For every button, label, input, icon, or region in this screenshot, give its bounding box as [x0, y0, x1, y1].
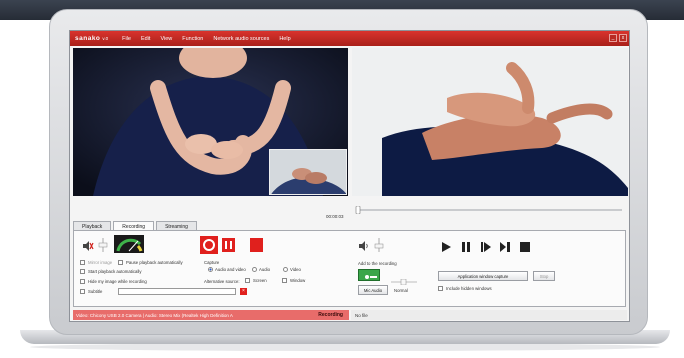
device-status: Video: Chicony USB 2.0 Camera | Audio: S…	[76, 312, 233, 318]
stop-playback-icon[interactable]	[519, 240, 531, 252]
file-status: No file	[355, 312, 368, 318]
include-hidden-windows-option[interactable]: Include hidden windows	[438, 286, 492, 291]
application-window-capture-button[interactable]: Application window capture	[438, 271, 528, 281]
pause-playback-checkbox[interactable]	[118, 260, 123, 265]
subtitle-option[interactable]: Subtitle	[80, 289, 102, 294]
subtitle-input[interactable]	[118, 288, 236, 295]
mirror-image-checkbox[interactable]	[80, 260, 85, 265]
output-level-slider[interactable]	[374, 237, 384, 253]
fast-forward-icon[interactable]	[499, 240, 511, 252]
mirror-image-option[interactable]: Mirror image	[80, 260, 112, 265]
mic-record-button[interactable]	[358, 269, 380, 281]
menu-network-audio-sources[interactable]: Network audio sources	[213, 36, 269, 42]
subtitle-label: Subtitle	[88, 289, 103, 294]
screen-label: Screen	[253, 278, 267, 283]
audio-and-video-radio[interactable]	[208, 267, 213, 272]
app-version: v.0	[102, 36, 109, 41]
capture-video[interactable]: Video	[283, 267, 301, 272]
minimize-button[interactable]: _	[609, 34, 617, 42]
app-window: sanako v.0 File Edit View Function Netwo…	[69, 30, 630, 322]
capture-audio[interactable]: Audio	[252, 267, 270, 272]
step-forward-icon[interactable]	[480, 240, 492, 252]
mic-audio-button[interactable]: Mic Audio	[358, 285, 388, 295]
subtitle-clear-icon[interactable]: ×	[240, 288, 247, 295]
play-icon[interactable]	[440, 240, 452, 252]
audio-label: Audio	[259, 267, 270, 272]
start-playback-checkbox[interactable]	[80, 269, 85, 274]
normal-label: Normal	[394, 288, 408, 293]
laptop-shadow	[30, 343, 660, 351]
seek-track	[355, 205, 622, 215]
recording-panel: Mirror image Pause playback automaticall…	[73, 230, 626, 307]
record-icon[interactable]	[200, 236, 218, 254]
start-playback-label: Start playback automatically	[88, 269, 142, 274]
recording-status: Recording	[318, 312, 343, 318]
screen-option[interactable]: Screen	[245, 278, 267, 283]
menu-view[interactable]: View	[160, 36, 172, 42]
title-bar: sanako v.0 File Edit View Function Netwo…	[70, 31, 629, 46]
pause-playback-icon[interactable]	[460, 240, 472, 252]
add-to-recording-title: Add to the recording	[358, 261, 397, 266]
mix-level-slider[interactable]	[390, 272, 418, 286]
menu-edit[interactable]: Edit	[141, 36, 150, 42]
include-hidden-windows-label: Include hidden windows	[446, 286, 492, 291]
menu-help[interactable]: Help	[279, 36, 290, 42]
start-playback-option[interactable]: Start playback automatically	[80, 269, 142, 274]
seek-slider[interactable]	[352, 201, 628, 215]
live-video-view	[73, 48, 348, 196]
audio-radio[interactable]	[252, 267, 257, 272]
mirror-image-label: Mirror image	[88, 260, 113, 265]
input-level-slider[interactable]	[98, 237, 108, 253]
video-radio[interactable]	[283, 267, 288, 272]
level-meter-icon	[114, 235, 144, 253]
capture-audio-and-video[interactable]: Audio and video	[208, 267, 246, 272]
hands-closeup-frame	[352, 48, 628, 196]
menu-function[interactable]: Function	[182, 36, 203, 42]
status-bar-right: No file	[351, 310, 627, 320]
menu-file[interactable]: File	[122, 36, 131, 42]
window-checkbox[interactable]	[282, 278, 287, 283]
video-label: Video	[290, 267, 301, 272]
close-button[interactable]: x	[619, 34, 627, 42]
pause-playback-label: Pause playback automatically	[126, 260, 183, 265]
reference-video-view	[352, 48, 628, 196]
alternative-source-label: Alternative source:	[204, 279, 240, 284]
time-display: 00:00:03	[326, 214, 344, 219]
pip-hands-image	[270, 150, 346, 194]
pause-playback-option[interactable]: Pause playback automatically	[118, 260, 183, 265]
window-option[interactable]: Window	[282, 278, 305, 283]
window-label: Window	[290, 278, 306, 283]
picture-in-picture-view[interactable]	[269, 149, 347, 195]
hide-image-checkbox[interactable]	[80, 279, 85, 284]
stop-icon[interactable]	[250, 238, 263, 252]
product-render: sanako v.0 File Edit View Function Netwo…	[0, 0, 684, 358]
status-bar-left: Video: Chicony USB 2.0 Camera | Audio: S…	[73, 310, 349, 320]
volume-icon[interactable]	[358, 239, 370, 251]
hide-image-option[interactable]: Hide my image while recording	[80, 279, 147, 284]
screen-checkbox[interactable]	[245, 278, 250, 283]
audio-and-video-label: Audio and video	[215, 267, 246, 272]
capture-title: Capture	[204, 260, 220, 265]
pause-icon[interactable]	[222, 238, 235, 252]
capture-stop-button[interactable]: Stop	[533, 271, 555, 281]
speaker-muted-icon[interactable]	[82, 239, 94, 251]
app-logo: sanako	[75, 35, 101, 42]
include-hidden-windows-checkbox[interactable]	[438, 286, 443, 291]
hide-image-label: Hide my image while recording	[88, 279, 147, 284]
subtitle-checkbox[interactable]	[80, 289, 85, 294]
